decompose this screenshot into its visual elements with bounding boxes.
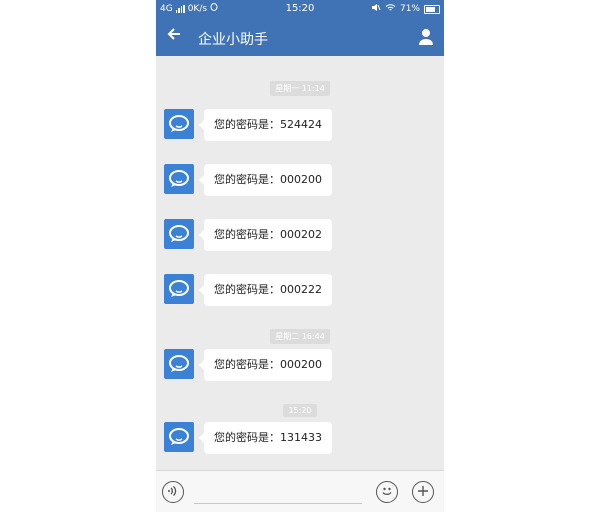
chat-bubble-icon	[169, 280, 189, 297]
message-item[interactable]: 您的密码是：000200	[164, 349, 434, 381]
chat-bubble-icon	[169, 225, 189, 242]
mute-icon	[371, 3, 381, 15]
message-bubble[interactable]: 您的密码是：000200	[199, 349, 332, 381]
plus-button[interactable]	[412, 481, 434, 503]
message-bubble[interactable]: 您的密码是：131433	[199, 422, 332, 454]
profile-button[interactable]	[418, 28, 434, 46]
message-item[interactable]: 您的密码是：524424	[164, 109, 434, 141]
assistant-avatar[interactable]	[164, 349, 194, 379]
assistant-avatar[interactable]	[164, 219, 194, 249]
chat-screen: 4G 0K/s 15:20 71% 企业小助手 星期一 11:14 您的密码是：…	[156, 0, 444, 512]
message-bubble[interactable]: 您的密码是：000200	[199, 164, 332, 196]
message-bubble[interactable]: 您的密码是：524424	[199, 109, 332, 141]
chat-bubble-icon	[169, 170, 189, 187]
chat-bubble-icon	[169, 355, 189, 372]
battery-icon	[424, 4, 440, 14]
message-bubble[interactable]: 您的密码是：000202	[199, 219, 332, 251]
user-icon	[419, 29, 433, 45]
wifi-icon	[385, 3, 396, 15]
chat-bubble-icon	[169, 428, 189, 445]
assistant-avatar[interactable]	[164, 109, 194, 139]
message-item[interactable]: 您的密码是：131433	[164, 422, 434, 454]
message-item[interactable]: 您的密码是：000222	[164, 274, 434, 306]
title-bar: 企业小助手	[156, 18, 444, 56]
assistant-avatar[interactable]	[164, 274, 194, 304]
assistant-avatar[interactable]	[164, 164, 194, 194]
message-item[interactable]: 您的密码是：000200	[164, 164, 434, 196]
message-bubble[interactable]: 您的密码是：000222	[199, 274, 332, 306]
timestamp: 星期二 16:44	[156, 324, 444, 344]
timestamp: 15:20	[156, 398, 444, 417]
plus-icon	[418, 486, 428, 496]
emoji-button[interactable]	[376, 481, 398, 503]
voice-button[interactable]	[162, 481, 184, 503]
message-input[interactable]	[194, 503, 362, 504]
message-item[interactable]: 您的密码是：000202	[164, 219, 434, 251]
back-button[interactable]	[166, 26, 182, 47]
arrow-left-icon	[167, 28, 180, 40]
battery-percent: 71%	[399, 4, 420, 14]
emoji-icon	[382, 487, 392, 496]
chat-bubble-icon	[169, 115, 189, 132]
timestamp: 星期一 11:14	[156, 76, 444, 96]
input-bar	[156, 470, 444, 512]
assistant-avatar[interactable]	[164, 422, 194, 452]
voice-icon	[168, 486, 177, 496]
page-title: 企业小助手	[198, 32, 268, 48]
status-bar: 4G 0K/s 15:20 71%	[156, 0, 444, 18]
